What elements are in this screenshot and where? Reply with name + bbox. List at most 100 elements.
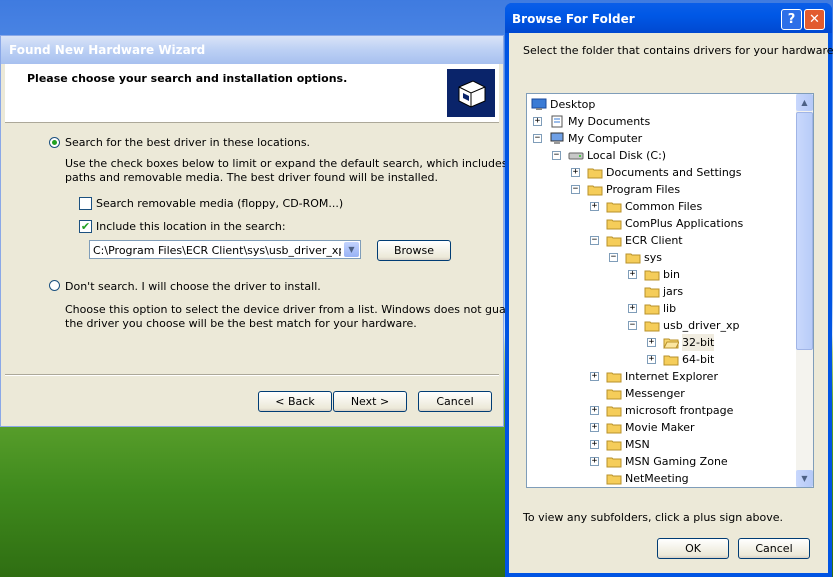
tree-item-label[interactable]: NetMeeting — [625, 470, 689, 487]
tree-item-label[interactable]: bin — [663, 266, 680, 283]
browse-cancel-button[interactable]: Cancel — [738, 538, 810, 559]
folder-icon — [663, 355, 679, 366]
collapse-icon[interactable]: − — [590, 236, 599, 245]
ok-button[interactable]: OK — [657, 538, 729, 559]
tree-item-label[interactable]: ECR Client — [625, 232, 683, 249]
folder-icon — [606, 372, 622, 383]
wizard-heading: Please choose your search and installati… — [27, 72, 348, 85]
tree-item-label[interactable]: My Computer — [568, 130, 642, 147]
include-location-label[interactable]: Include this location in the search: — [96, 220, 286, 233]
next-button[interactable]: Next > — [333, 391, 407, 412]
wizard-separator — [5, 374, 499, 376]
folder-icon — [587, 185, 603, 196]
dont-search-radio[interactable] — [49, 280, 60, 291]
folder-icon — [606, 440, 622, 451]
expand-icon[interactable]: + — [647, 355, 656, 364]
dont-search-description-line2: the driver you choose will be the best m… — [65, 317, 417, 330]
hardware-wizard-icon — [447, 69, 495, 117]
tree-item-label[interactable]: lib — [663, 300, 676, 317]
my-computer-icon — [550, 132, 564, 144]
removable-media-checkbox[interactable] — [79, 197, 92, 210]
expand-icon[interactable]: + — [533, 117, 542, 126]
expand-icon[interactable]: + — [628, 270, 637, 279]
scroll-thumb[interactable] — [796, 112, 813, 350]
expand-icon[interactable]: + — [590, 457, 599, 466]
folder-icon — [606, 202, 622, 213]
tree-scrollbar[interactable]: ▲ ▼ — [796, 94, 813, 487]
folder-icon — [606, 457, 622, 468]
collapse-icon[interactable]: − — [533, 134, 542, 143]
tree-item-label[interactable]: ComPlus Applications — [625, 215, 743, 232]
scroll-down-icon[interactable]: ▼ — [796, 470, 813, 487]
folder-tree[interactable]: Desktop + My Documents − My Computer − Local D… — [526, 93, 814, 488]
tree-item-label[interactable]: sys — [644, 249, 662, 266]
collapse-icon[interactable]: − — [628, 321, 637, 330]
browse-for-folder-dialog: Browse For Folder ? ✕ Select the folder … — [505, 3, 833, 577]
dont-search-description-line1: Choose this option to select the device … — [65, 303, 568, 316]
browse-button[interactable]: Browse — [377, 240, 451, 261]
my-documents-icon — [551, 115, 563, 128]
search-best-driver-label[interactable]: Search for the best driver in these loca… — [65, 136, 310, 149]
search-description-line1: Use the check boxes below to limit or ex… — [65, 157, 537, 170]
collapse-icon[interactable]: − — [571, 185, 580, 194]
tree-item-label[interactable]: MSN — [625, 436, 650, 453]
tree-item-label[interactable]: Common Files — [625, 198, 702, 215]
tree-item-label[interactable]: Internet Explorer — [625, 368, 718, 385]
browse-body: Select the folder that contains drivers … — [509, 33, 833, 573]
folder-icon — [625, 253, 641, 264]
tree-item-label[interactable]: Documents and Settings — [606, 164, 742, 181]
tree-item-label[interactable]: 32-bit — [682, 334, 715, 351]
search-best-driver-radio[interactable] — [49, 137, 60, 148]
folder-icon — [606, 219, 622, 230]
folder-icon — [606, 474, 622, 485]
tree-item-label[interactable]: MSN Gaming Zone — [625, 453, 728, 470]
expand-icon[interactable]: + — [590, 423, 599, 432]
tree-item-label[interactable]: Movie Maker — [625, 419, 695, 436]
tree-item-label[interactable]: Desktop — [550, 96, 595, 113]
tree-item-label[interactable]: Messenger — [625, 385, 685, 402]
wizard-header: Please choose your search and installati… — [5, 64, 499, 123]
folder-icon — [644, 304, 660, 315]
tree-item-label[interactable]: Local Disk (C:) — [587, 147, 666, 164]
close-icon[interactable]: ✕ — [804, 9, 825, 30]
tree-item-label[interactable]: jars — [663, 283, 683, 300]
location-combobox[interactable]: C:\Program Files\ECR Client\sys\usb_driv… — [89, 240, 361, 259]
tree-item-label[interactable]: 64-bit — [682, 351, 714, 368]
folder-icon — [644, 270, 660, 281]
browse-prompt: Select the folder that contains drivers … — [523, 44, 833, 57]
tree-item-label[interactable]: My Documents — [568, 113, 650, 130]
tree-item-label[interactable]: Program Files — [606, 181, 680, 198]
expand-icon[interactable]: + — [628, 304, 637, 313]
folder-icon — [663, 338, 679, 349]
wizard-cancel-button[interactable]: Cancel — [418, 391, 492, 412]
folder-icon — [606, 236, 622, 247]
collapse-icon[interactable]: − — [609, 253, 618, 262]
dont-search-label[interactable]: Don't search. I will choose the driver t… — [65, 280, 321, 293]
expand-icon[interactable]: + — [590, 440, 599, 449]
expand-icon[interactable]: + — [590, 202, 599, 211]
help-icon[interactable]: ? — [781, 9, 802, 30]
expand-icon[interactable]: + — [571, 168, 580, 177]
expand-icon[interactable]: + — [647, 338, 656, 347]
back-button[interactable]: < Back — [258, 391, 332, 412]
folder-icon — [606, 423, 622, 434]
hard-disk-icon — [568, 152, 584, 160]
removable-media-label[interactable]: Search removable media (floppy, CD-ROM..… — [96, 197, 343, 210]
folder-icon — [644, 287, 660, 298]
search-description-line2: paths and removable media. The best driv… — [65, 171, 438, 184]
browse-hint: To view any subfolders, click a plus sig… — [523, 511, 783, 524]
collapse-icon[interactable]: − — [552, 151, 561, 160]
folder-icon — [606, 389, 622, 400]
location-value[interactable]: C:\Program Files\ECR Client\sys\usb_driv… — [93, 244, 341, 257]
tree-item-label[interactable]: microsoft frontpage — [625, 402, 733, 419]
expand-icon[interactable]: + — [590, 406, 599, 415]
found-new-hardware-wizard: Found New Hardware Wizard Please choose … — [0, 35, 568, 427]
folder-icon — [606, 406, 622, 417]
include-location-checkbox[interactable]: ✔ — [79, 220, 92, 233]
expand-icon[interactable]: + — [590, 372, 599, 381]
scroll-up-icon[interactable]: ▲ — [796, 94, 813, 111]
folder-icon — [587, 168, 603, 179]
combo-dropdown-icon[interactable]: ▼ — [344, 242, 359, 257]
desktop-icon — [531, 98, 547, 110]
tree-item-label[interactable]: usb_driver_xp — [663, 317, 740, 334]
